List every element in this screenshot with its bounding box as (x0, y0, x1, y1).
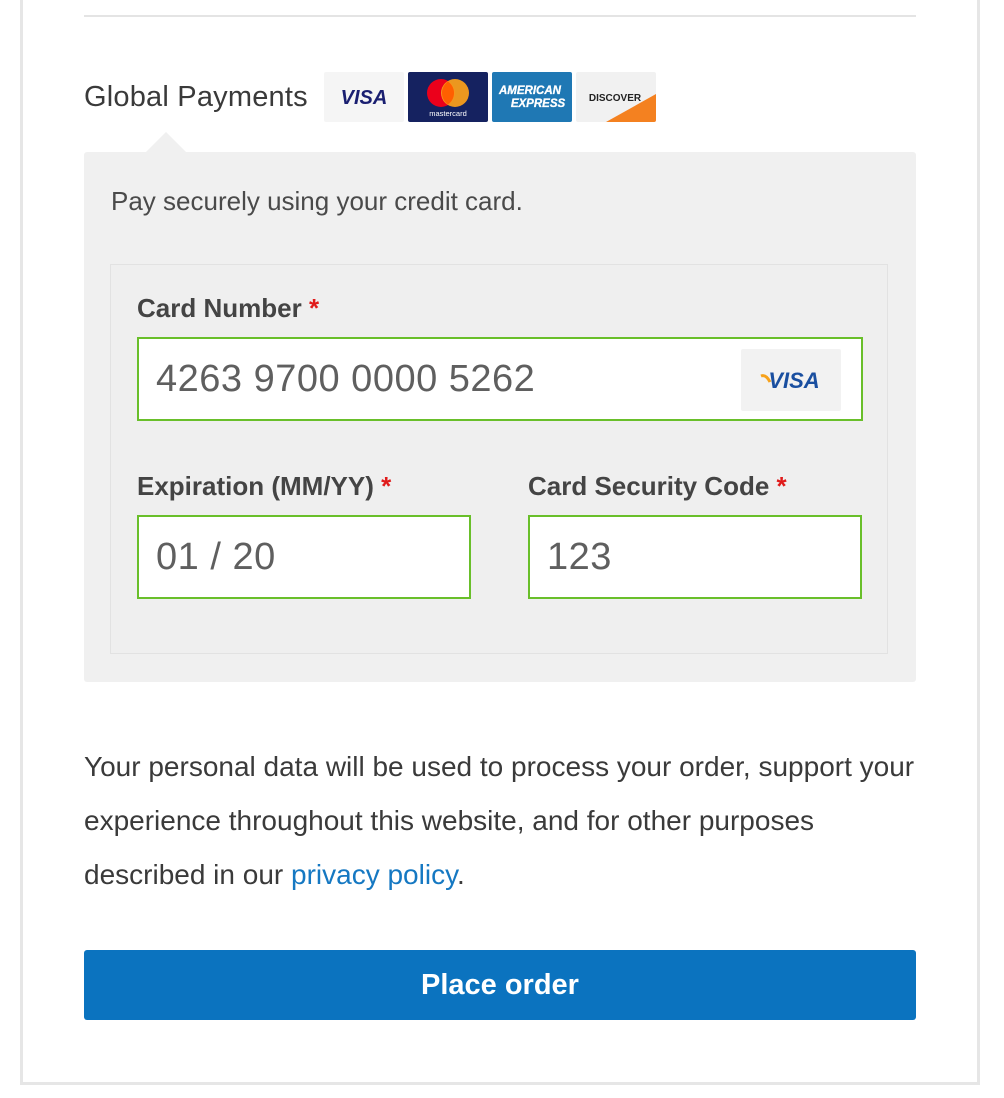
expiration-label-text: Expiration (MM/YY) (137, 471, 374, 501)
privacy-notice-end: . (457, 859, 465, 890)
required-marker: * (308, 293, 320, 323)
payment-box-pointer (146, 132, 186, 152)
card-number-input[interactable]: 4263 9700 0000 5262 VISA (137, 337, 863, 421)
privacy-notice-text: Your personal data will be used to proce… (84, 751, 915, 890)
credit-card-form: Card Number * 4263 9700 0000 5262 VISA E… (110, 264, 888, 654)
discover-logo-icon: DISCOVER (575, 72, 656, 122)
privacy-notice: Your personal data will be used to proce… (84, 740, 916, 902)
divider (84, 15, 916, 17)
expiration-value: 01 / 20 (156, 535, 276, 578)
detected-card-brand-text: VISA (768, 368, 819, 393)
amex-logo-line2: EXPRESS (511, 98, 566, 110)
expiration-label: Expiration (MM/YY) * (137, 471, 391, 502)
card-number-label: Card Number * (137, 293, 319, 324)
place-order-button[interactable]: Place order (84, 950, 916, 1020)
payment-method-header[interactable]: Global Payments VISA mastercard AMERICAN… (84, 72, 660, 122)
visa-logo-text: VISA (340, 87, 387, 109)
security-code-value: 123 (547, 535, 612, 578)
mastercard-logo-text: mastercard (429, 109, 467, 118)
payment-description: Pay securely using your credit card. (111, 186, 523, 216)
privacy-policy-link[interactable]: privacy policy (291, 859, 457, 890)
security-code-input[interactable]: 123 (528, 515, 862, 599)
payment-method-label: Global Payments (84, 80, 308, 113)
visa-logo-icon: VISA (323, 72, 404, 122)
discover-logo-text: DISCOVER (589, 93, 642, 104)
required-marker: * (381, 471, 392, 501)
expiration-input[interactable]: 01 / 20 (137, 515, 471, 599)
card-number-value: 4263 9700 0000 5262 (156, 357, 536, 400)
security-code-label-text: Card Security Code (528, 471, 770, 501)
payment-box: Pay securely using your credit card. Car… (84, 152, 916, 682)
detected-card-brand-icon: VISA (741, 349, 841, 411)
amex-logo-icon: AMERICAN EXPRESS (491, 72, 572, 122)
security-code-label: Card Security Code * (528, 471, 787, 502)
required-marker: * (776, 471, 787, 501)
amex-logo-line1: AMERICAN (498, 85, 562, 97)
card-number-label-text: Card Number (137, 293, 302, 323)
mastercard-logo-icon: mastercard (407, 72, 488, 122)
